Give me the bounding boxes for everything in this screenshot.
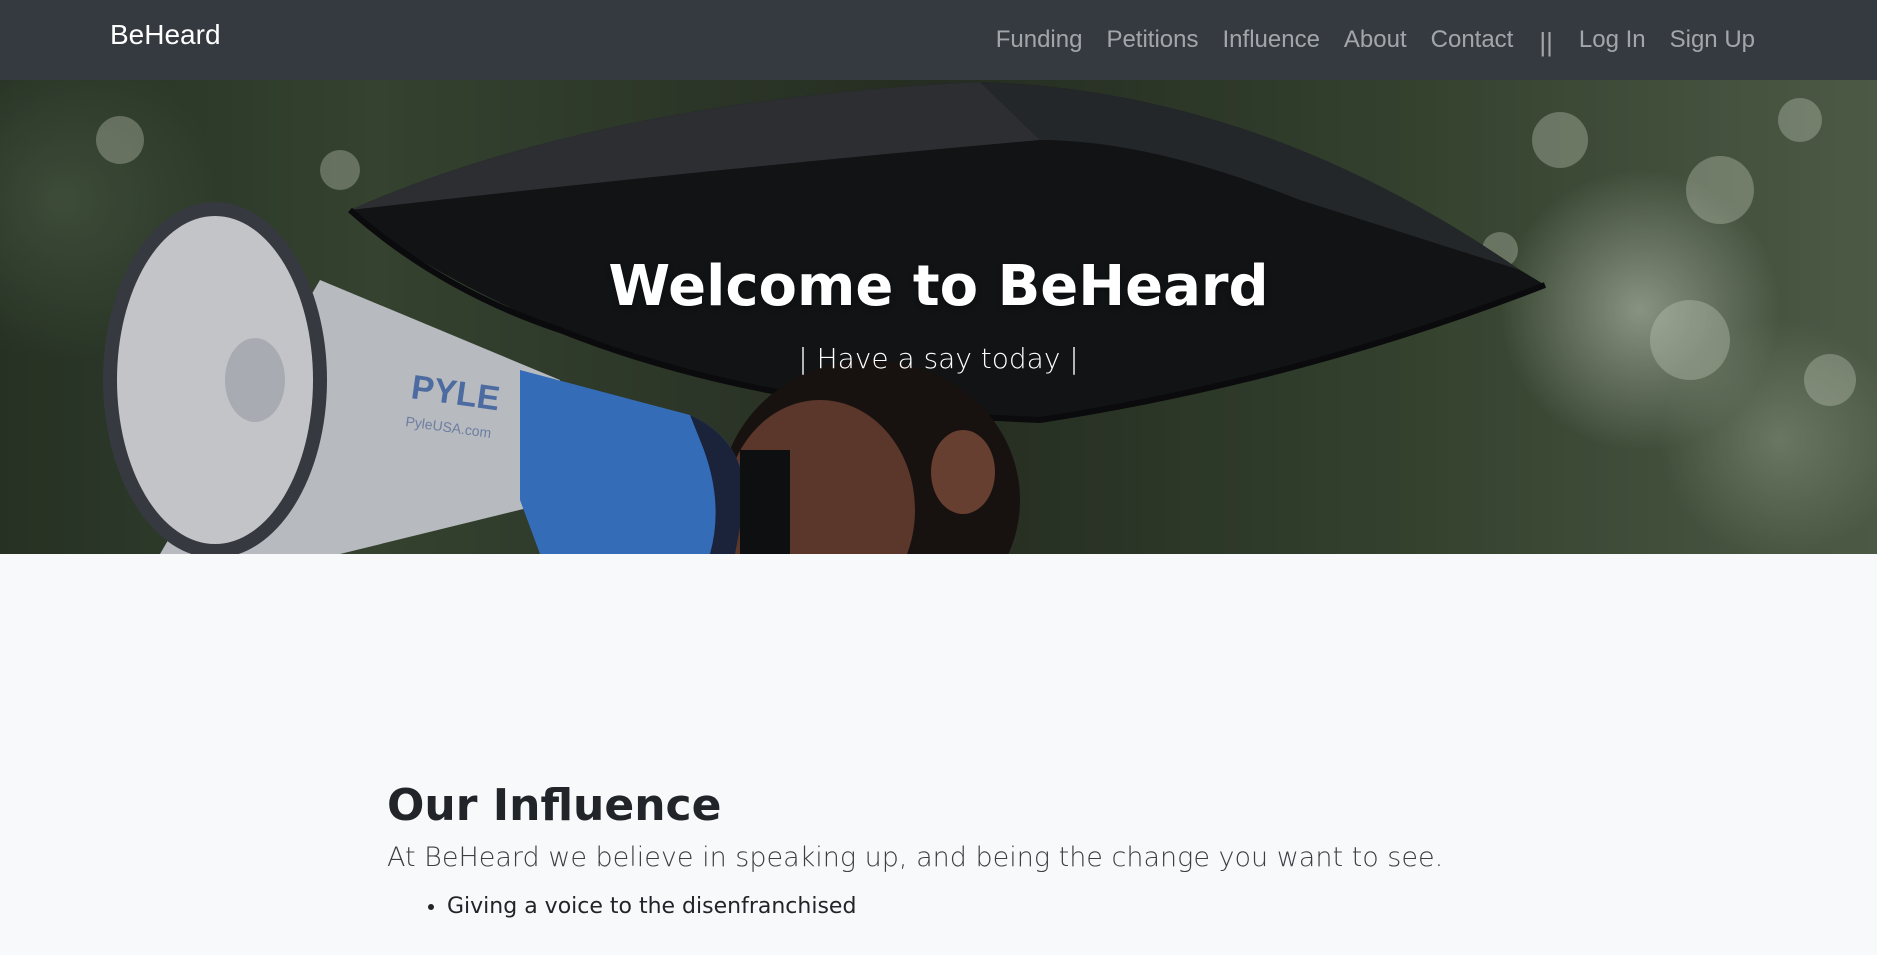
list-item: Giving a voice to the disenfranchised bbox=[447, 891, 1587, 923]
signup-link[interactable]: Sign Up bbox=[1670, 26, 1755, 54]
nav-link-contact[interactable]: Contact bbox=[1431, 26, 1514, 54]
nav-link-influence[interactable]: Influence bbox=[1223, 26, 1320, 54]
influence-list: Giving a voice to the disenfranchised bbox=[387, 891, 1587, 923]
influence-heading: Our Influence bbox=[387, 780, 722, 831]
nav-link-about[interactable]: About bbox=[1344, 26, 1407, 54]
nav-links: Funding Petitions Influence About Contac… bbox=[972, 0, 1755, 80]
nav-link-funding[interactable]: Funding bbox=[996, 26, 1083, 54]
nav-separator: || bbox=[1539, 26, 1553, 57]
hero-subtitle: | Have a say today | bbox=[798, 342, 1079, 375]
hero-banner: PYLE PyleUSA.com Welcome to BeHeard | Ha… bbox=[0, 80, 1877, 554]
navbar: BeHeard Funding Petitions Influence Abou… bbox=[0, 0, 1877, 80]
influence-section: Our Influence At BeHeard we believe in s… bbox=[387, 780, 1587, 923]
brand-logo-link[interactable]: BeHeard bbox=[110, 19, 221, 51]
nav-link-petitions[interactable]: Petitions bbox=[1106, 26, 1198, 54]
influence-lead-text: At BeHeard we believe in speaking up, an… bbox=[387, 842, 1444, 873]
login-link[interactable]: Log In bbox=[1579, 26, 1646, 54]
hero-title: Welcome to BeHeard bbox=[608, 254, 1269, 319]
